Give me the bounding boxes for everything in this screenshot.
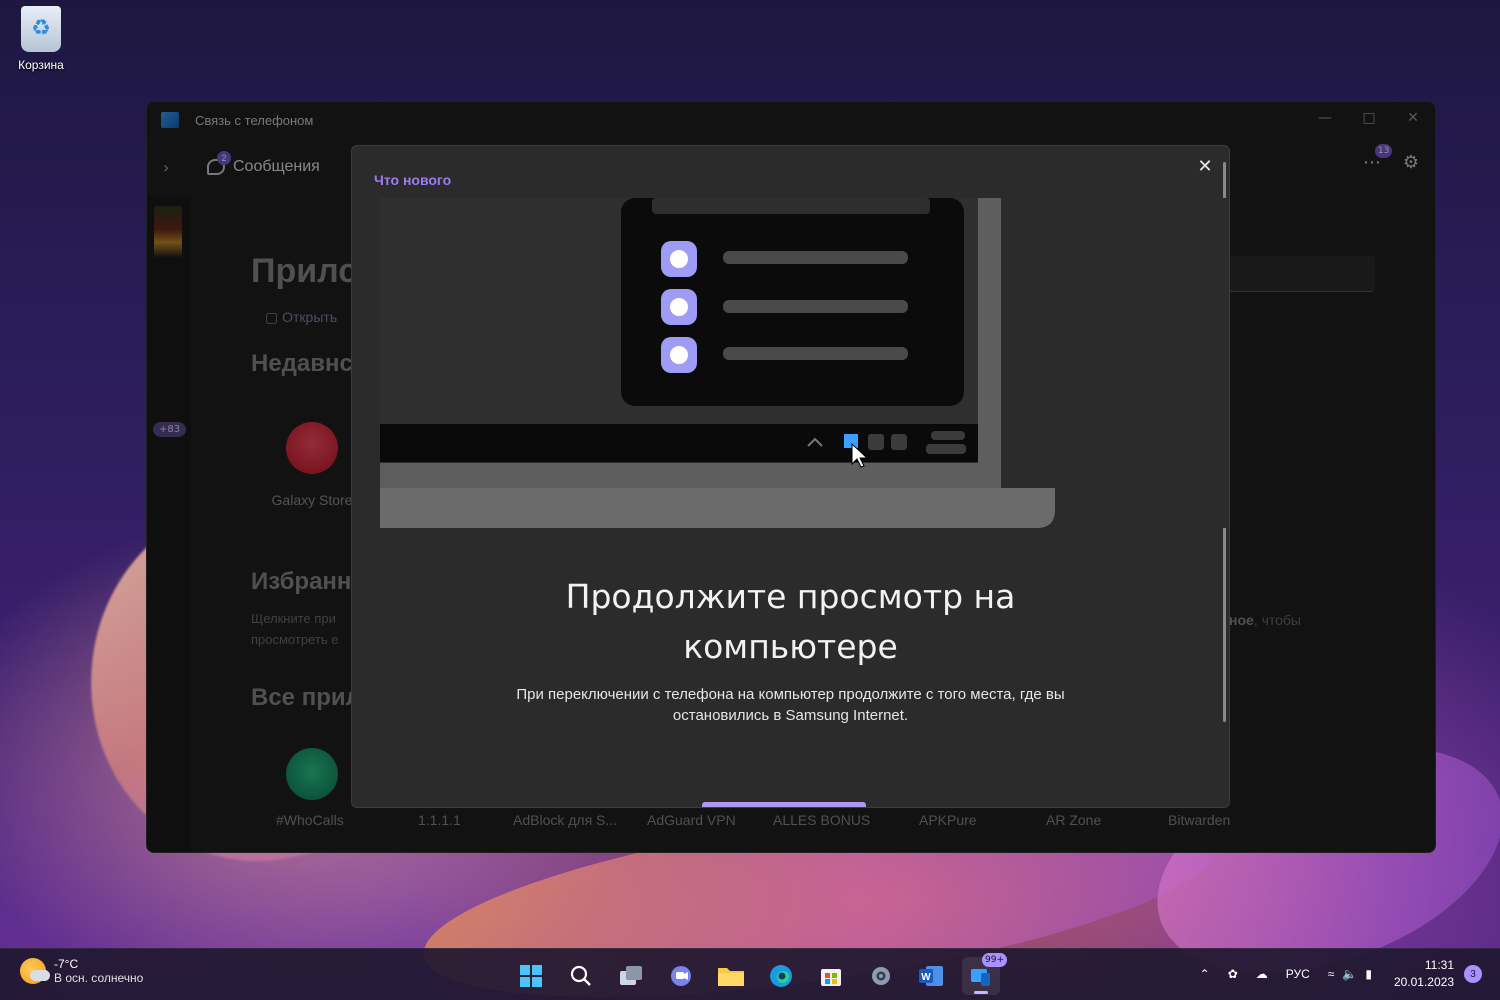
whats-new-dialog: Что нового ✕ Продолжите просмотр на комп… [351, 145, 1230, 808]
notification-count-badge[interactable]: 3 [1464, 965, 1482, 983]
word-button[interactable]: W [912, 957, 950, 995]
task-view-icon [620, 966, 642, 985]
tray-app-icon[interactable]: ✿ [1228, 967, 1238, 981]
whats-new-tag: Что нового [374, 172, 452, 188]
weather-description: В осн. солнечно [54, 971, 144, 985]
settings-gear-taskbar-icon [872, 967, 890, 985]
clock-time: 11:31 [1424, 958, 1454, 972]
wifi-icon[interactable]: ≈ [1328, 967, 1335, 981]
word-icon: W [919, 966, 943, 986]
task-view-button[interactable] [612, 957, 650, 995]
input-language[interactable]: РУС [1286, 967, 1310, 981]
edge-browser-button[interactable] [762, 957, 800, 995]
system-clock[interactable]: 11:31 20.01.2023 [1394, 957, 1454, 991]
dialog-title: Продолжите просмотр на компьютере [352, 572, 1229, 672]
folder-icon [718, 968, 744, 986]
windows-taskbar: -7°C В осн. солнечно W 99+ ⌃ ✿ ☁ РУС ≈ 🔈… [0, 948, 1500, 1000]
onedrive-cloud-icon[interactable]: ☁ [1256, 967, 1268, 981]
store-icon [821, 969, 841, 986]
teams-chat-button[interactable] [662, 957, 700, 995]
desktop-icon-recycle-bin[interactable]: Корзина [10, 6, 72, 72]
edge-icon [770, 965, 792, 987]
phone-link-taskbar-button[interactable]: 99+ [962, 953, 1007, 995]
microsoft-store-button[interactable] [812, 957, 850, 995]
windows-logo-icon [520, 965, 542, 987]
volume-icon[interactable]: 🔈 [1342, 967, 1357, 981]
phone-link-icon [971, 969, 990, 986]
recycle-bin-label: Корзина [18, 58, 64, 72]
weather-temperature: -7°C [54, 957, 79, 971]
battery-icon[interactable]: ▮ [1365, 967, 1372, 981]
phone-link-badge: 99+ [982, 953, 1007, 967]
dialog-title-line1: Продолжите просмотр на [565, 577, 1016, 616]
file-explorer-button[interactable] [712, 957, 750, 995]
dialog-primary-button-edge[interactable] [702, 802, 866, 807]
chat-icon [671, 966, 691, 986]
clock-date: 20.01.2023 [1393, 975, 1454, 989]
dialog-description: При переключении с телефона на компьютер… [516, 686, 1065, 724]
search-icon [570, 965, 591, 986]
close-dialog-button[interactable]: ✕ [1191, 152, 1219, 180]
show-hidden-icons-chevron-icon[interactable]: ⌃ [1200, 967, 1210, 981]
continue-browsing-illustration [380, 198, 1229, 528]
taskbar-apps: W 99+ [512, 953, 1007, 995]
settings-button[interactable] [862, 957, 900, 995]
recycle-bin-icon [21, 6, 61, 52]
search-button[interactable] [562, 957, 600, 995]
dialog-title-line2: компьютере [683, 627, 898, 666]
partly-sunny-icon [20, 958, 50, 984]
system-tray: ⌃ ✿ ☁ РУС ≈ 🔈 ▮ 11:31 20.01.2023 3 [1182, 957, 1482, 991]
weather-widget[interactable]: -7°C В осн. солнечно [20, 957, 143, 985]
start-button[interactable] [512, 957, 550, 995]
svg-text:W: W [921, 972, 931, 983]
